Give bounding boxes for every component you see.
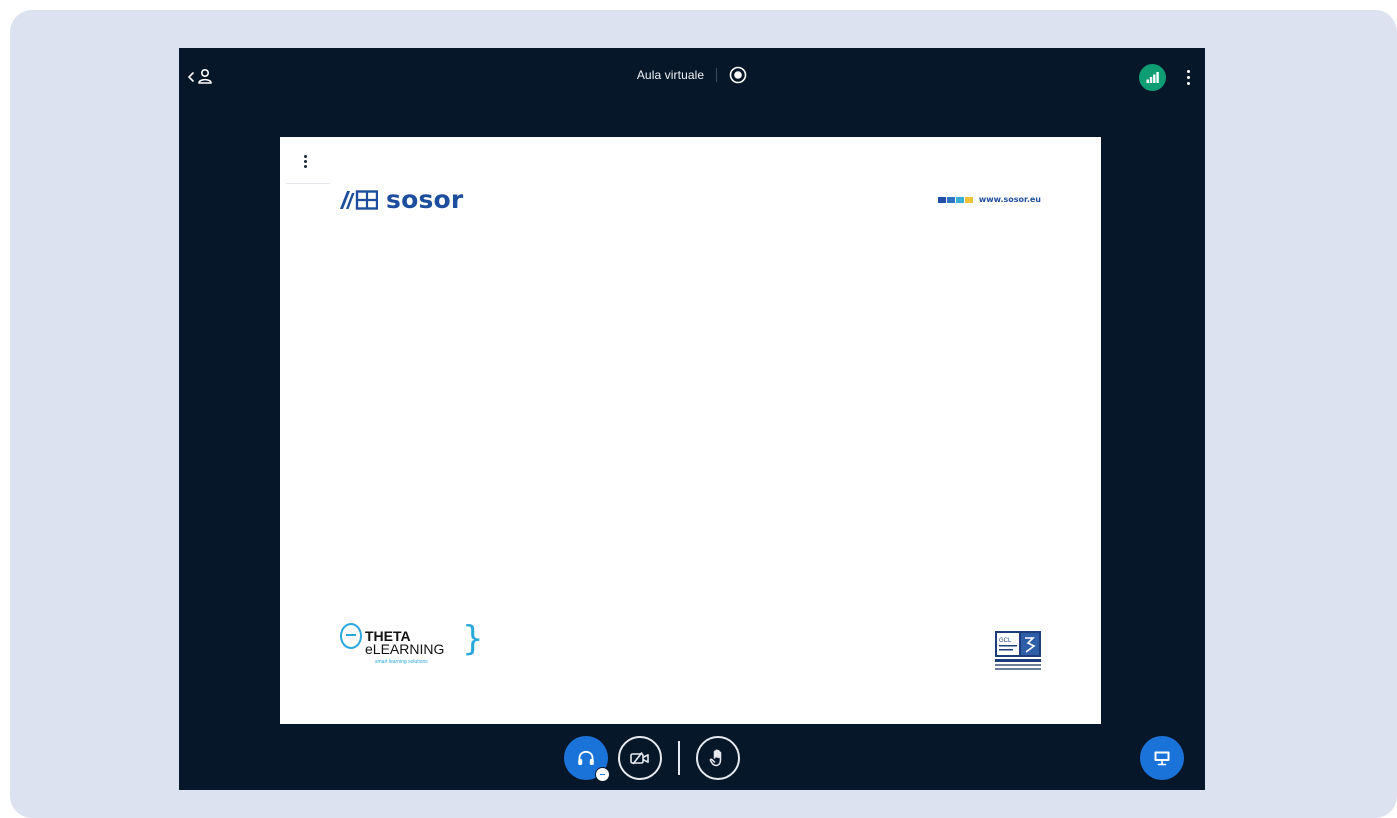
presentation-slide: sosor www.sosor.eu THETA eLEARNING } sma… xyxy=(280,137,1101,724)
brand-square xyxy=(946,196,955,203)
controls-divider xyxy=(678,741,680,775)
topbar-actions xyxy=(1139,64,1193,91)
kebab-dot xyxy=(1187,70,1190,73)
connection-status-button[interactable] xyxy=(1139,64,1166,91)
theta-elearning-logo: THETA eLEARNING } smart learning solutio… xyxy=(340,621,484,677)
camera-button[interactable] xyxy=(618,736,662,780)
audio-status-badge xyxy=(595,767,610,782)
kebab-dot xyxy=(304,165,307,168)
sosor-website: www.sosor.eu xyxy=(937,195,1041,204)
sosor-brand-name: sosor xyxy=(386,185,464,214)
partner-product: eLEARNING xyxy=(365,641,445,657)
kebab-dot xyxy=(1187,76,1190,79)
record-icon xyxy=(729,66,747,84)
meeting-title-bar: Aula virtuale xyxy=(179,66,1205,84)
minus-icon xyxy=(600,773,605,776)
media-controls xyxy=(564,736,740,782)
brand-square xyxy=(955,196,964,203)
slide-toolbar-divider xyxy=(286,183,330,184)
headphones-icon xyxy=(578,750,594,765)
brace-icon: } xyxy=(462,619,484,659)
meeting-title: Aula virtuale xyxy=(636,68,705,82)
brand-square xyxy=(964,196,973,203)
camera-off-icon xyxy=(630,752,649,765)
virtual-classroom-window: Aula virtuale sosor www.sosor.eu THETA e… xyxy=(179,48,1205,790)
record-button[interactable] xyxy=(729,66,747,84)
signal-bars-icon xyxy=(1146,72,1159,83)
hand-icon xyxy=(709,749,722,767)
certification-logo: GCL xyxy=(995,631,1041,670)
partner-tagline: smart learning solutions xyxy=(375,659,428,665)
certification-badge: GCL xyxy=(995,631,1041,673)
kebab-dot xyxy=(304,160,307,163)
kebab-dot xyxy=(1187,82,1190,85)
presentation-toggle-button[interactable] xyxy=(1140,736,1184,780)
title-divider xyxy=(716,68,718,82)
brand-square xyxy=(937,196,946,203)
audio-button[interactable] xyxy=(564,736,610,782)
presentation-icon xyxy=(1154,751,1170,766)
kebab-dot xyxy=(304,155,307,158)
brand-color-squares xyxy=(937,196,973,203)
theta-symbol-icon xyxy=(340,623,362,649)
options-menu-button[interactable] xyxy=(1184,68,1193,87)
cert-label: GCL xyxy=(999,638,1012,644)
slide-options-button[interactable] xyxy=(302,153,309,170)
sosor-logo: sosor xyxy=(340,187,463,212)
sosor-logo-mark xyxy=(340,189,378,210)
website-url: www.sosor.eu xyxy=(978,195,1041,204)
raise-hand-button[interactable] xyxy=(696,736,740,780)
